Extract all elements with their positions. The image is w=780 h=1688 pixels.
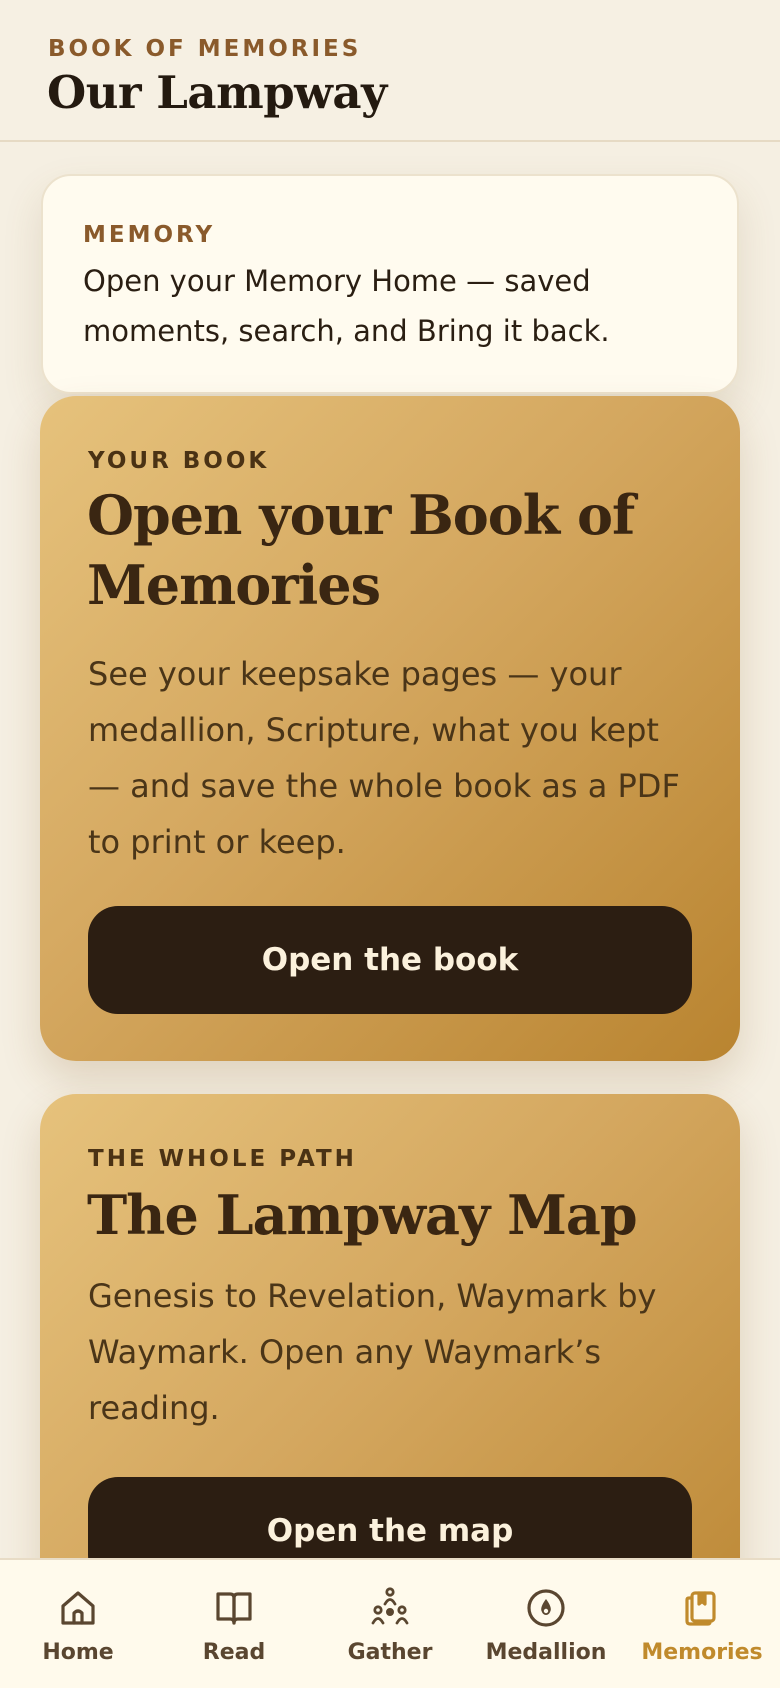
nav-label-memories: Memories bbox=[641, 1640, 763, 1665]
map-card-description: Genesis to Revelation, Waymark by Waymar… bbox=[88, 1277, 657, 1427]
memory-home-card[interactable]: MEMORY Open your Memory Home — saved mom… bbox=[41, 174, 739, 394]
open-book-button[interactable]: Open the book bbox=[88, 906, 692, 1014]
bottom-nav: Home Read Gather Medallion Memories bbox=[0, 1558, 780, 1688]
book-card-title: Open your Book of Memories bbox=[87, 483, 635, 617]
people-icon bbox=[368, 1586, 412, 1630]
book-of-memories-card: YOUR BOOK Open your Book of Memories See… bbox=[40, 396, 740, 1061]
page-title: Our Lampway bbox=[47, 66, 387, 119]
memory-card-eyebrow: MEMORY bbox=[83, 222, 216, 248]
nav-item-read[interactable]: Read bbox=[156, 1560, 312, 1688]
memories-icon bbox=[680, 1586, 724, 1630]
nav-item-home[interactable]: Home bbox=[0, 1560, 156, 1688]
app-header: BOOK OF MEMORIES Our Lampway bbox=[0, 0, 780, 142]
home-icon bbox=[56, 1586, 100, 1630]
medallion-icon bbox=[524, 1586, 568, 1630]
nav-label-medallion: Medallion bbox=[485, 1640, 607, 1665]
memories-screen: BOOK OF MEMORIES Our Lampway MEMORY Open… bbox=[0, 0, 780, 1688]
map-card-eyebrow: THE WHOLE PATH bbox=[88, 1146, 357, 1172]
map-card-title: The Lampway Map bbox=[87, 1183, 638, 1247]
memory-card-text: Open your Memory Home — saved moments, s… bbox=[83, 264, 610, 348]
nav-label-gather: Gather bbox=[347, 1640, 433, 1665]
book-card-description: See your keepsake pages — your medallion… bbox=[88, 655, 680, 861]
nav-label-read: Read bbox=[202, 1640, 266, 1665]
nav-item-memories[interactable]: Memories bbox=[624, 1560, 780, 1688]
nav-item-gather[interactable]: Gather bbox=[312, 1560, 468, 1688]
nav-item-medallion[interactable]: Medallion bbox=[468, 1560, 624, 1688]
book-card-eyebrow: YOUR BOOK bbox=[88, 448, 270, 474]
nav-label-home: Home bbox=[42, 1640, 114, 1665]
header-eyebrow: BOOK OF MEMORIES bbox=[48, 36, 362, 62]
book-icon bbox=[212, 1586, 256, 1630]
